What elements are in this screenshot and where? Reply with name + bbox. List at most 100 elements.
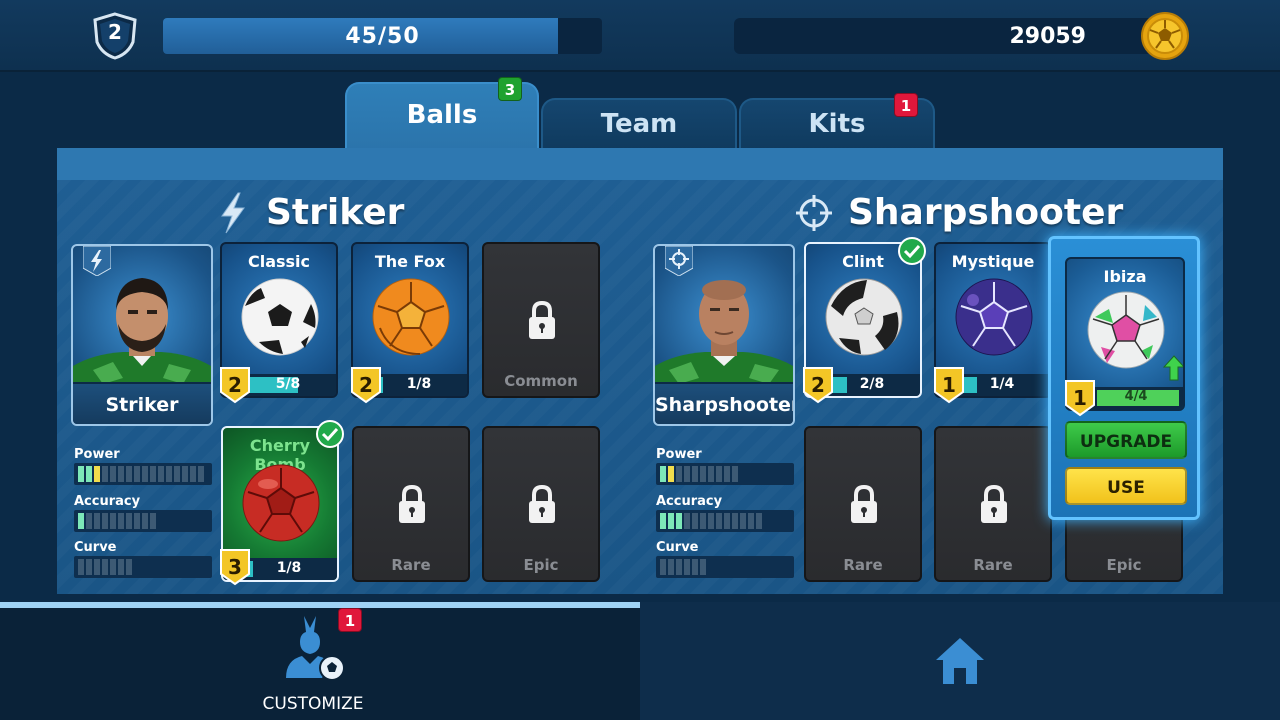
ball-name: Ibiza xyxy=(1103,267,1147,286)
stat-segment xyxy=(724,466,730,482)
locked-ball-card-epic[interactable]: Epic xyxy=(482,426,600,582)
coin-icon[interactable] xyxy=(1140,11,1190,61)
stat-segment xyxy=(78,513,84,529)
stat-segment xyxy=(182,466,188,482)
ball-progress-text: 4/4 xyxy=(1124,389,1148,404)
stat-segment xyxy=(126,559,132,575)
stat-segment xyxy=(660,513,666,529)
stat-bar-curve xyxy=(656,556,794,578)
lock-icon xyxy=(981,484,1007,523)
lightning-icon xyxy=(221,192,245,234)
stat-segment xyxy=(684,559,690,575)
rarity-label: Rare xyxy=(973,556,1013,574)
stat-segment xyxy=(150,466,156,482)
lock-icon xyxy=(529,300,555,339)
locked-ball-card-rare[interactable]: Rare xyxy=(804,426,922,582)
player-level-shield: 2 xyxy=(92,12,138,60)
stat-segment xyxy=(158,466,164,482)
stat-label-curve: Curve xyxy=(74,540,117,555)
stat-segment xyxy=(716,513,722,529)
use-button[interactable]: USE xyxy=(1065,467,1187,505)
striker-title: Striker xyxy=(266,192,405,233)
ball-level-number: 2 xyxy=(811,373,825,397)
sharpshooter-player-card[interactable]: Sharpshooter xyxy=(653,244,795,426)
stat-segment xyxy=(668,559,674,575)
stat-segment xyxy=(142,466,148,482)
stat-segment xyxy=(692,513,698,529)
rarity-label: Epic xyxy=(523,556,559,574)
lock-icon xyxy=(851,484,877,523)
ball-progress-text: 1/4 xyxy=(989,376,1015,392)
ball-level-number: 2 xyxy=(359,373,373,397)
upgrade-button[interactable]: UPGRADE xyxy=(1065,421,1187,459)
tab-kits-badge: 1 xyxy=(894,93,918,117)
top-bar: 2 45/50 29059 xyxy=(0,0,1280,72)
striker-player-card[interactable]: Striker xyxy=(71,244,213,426)
stat-segment xyxy=(676,466,682,482)
locked-ball-card-rare[interactable]: Rare xyxy=(934,426,1052,582)
sharpshooter-portrait xyxy=(655,280,793,386)
coin-balance-bar: 29059 xyxy=(734,18,1154,54)
upgrade-arrow-icon xyxy=(1163,355,1183,381)
stat-segment xyxy=(684,466,690,482)
rarity-label: Epic xyxy=(1106,556,1142,574)
rarity-label: Rare xyxy=(843,556,883,574)
stat-segment xyxy=(676,513,682,529)
sharpshooter-player-name: Sharpshooter xyxy=(655,382,793,424)
stat-segment xyxy=(86,559,92,575)
soccer-ball-icon xyxy=(242,464,320,542)
stat-segment xyxy=(166,466,172,482)
tab-balls-badge: 3 xyxy=(498,77,522,101)
stat-segment xyxy=(740,513,746,529)
stat-segment xyxy=(94,466,100,482)
ball-name: Classic xyxy=(247,252,311,271)
tab-team[interactable]: Team xyxy=(541,98,737,150)
stat-segment xyxy=(110,559,116,575)
stat-segment xyxy=(126,466,132,482)
stat-segment xyxy=(732,513,738,529)
stat-segment xyxy=(110,466,116,482)
stat-segment xyxy=(700,466,706,482)
stat-segment xyxy=(78,466,84,482)
ball-progress-text: 2/8 xyxy=(859,376,885,392)
stat-segment xyxy=(174,466,180,482)
stat-bar-curve xyxy=(74,556,212,578)
stat-segment xyxy=(118,466,124,482)
lock-icon xyxy=(399,484,425,523)
ball-level-badge: 1 xyxy=(932,366,966,404)
stat-segment xyxy=(126,513,132,529)
locked-ball-card-common[interactable]: Common xyxy=(482,242,600,398)
stat-segment xyxy=(660,466,666,482)
stat-segment xyxy=(150,513,156,529)
striker-player-name: Striker xyxy=(73,382,211,424)
stat-segment xyxy=(660,559,666,575)
stat-segment xyxy=(118,513,124,529)
stat-segment xyxy=(692,466,698,482)
rarity-label: Rare xyxy=(391,556,431,574)
stat-segment xyxy=(692,559,698,575)
stat-bar-accuracy xyxy=(656,510,794,532)
stat-segment xyxy=(190,466,196,482)
stat-segment xyxy=(94,559,100,575)
stat-segment xyxy=(102,513,108,529)
ball-level-number: 1 xyxy=(942,373,956,397)
stat-segment xyxy=(86,466,92,482)
stat-segment xyxy=(198,466,204,482)
stat-segment xyxy=(668,513,674,529)
nav-customize-label: CUSTOMIZE xyxy=(262,694,364,714)
stat-segment xyxy=(142,513,148,529)
ball-progress-text: 1/8 xyxy=(406,376,432,392)
stat-segment xyxy=(134,466,140,482)
stat-segment xyxy=(724,513,730,529)
stat-segment xyxy=(748,513,754,529)
stat-segment xyxy=(86,513,92,529)
equipped-check-icon xyxy=(316,420,344,448)
stat-segment xyxy=(716,466,722,482)
ball-level-badge: 2 xyxy=(349,366,383,404)
locked-ball-card-rare[interactable]: Rare xyxy=(352,426,470,582)
home-icon[interactable] xyxy=(934,636,986,686)
stat-segment xyxy=(118,559,124,575)
nav-customize-badge: 1 xyxy=(338,608,362,632)
equipped-check-icon xyxy=(898,237,926,265)
soccer-ball-icon xyxy=(955,278,1033,356)
